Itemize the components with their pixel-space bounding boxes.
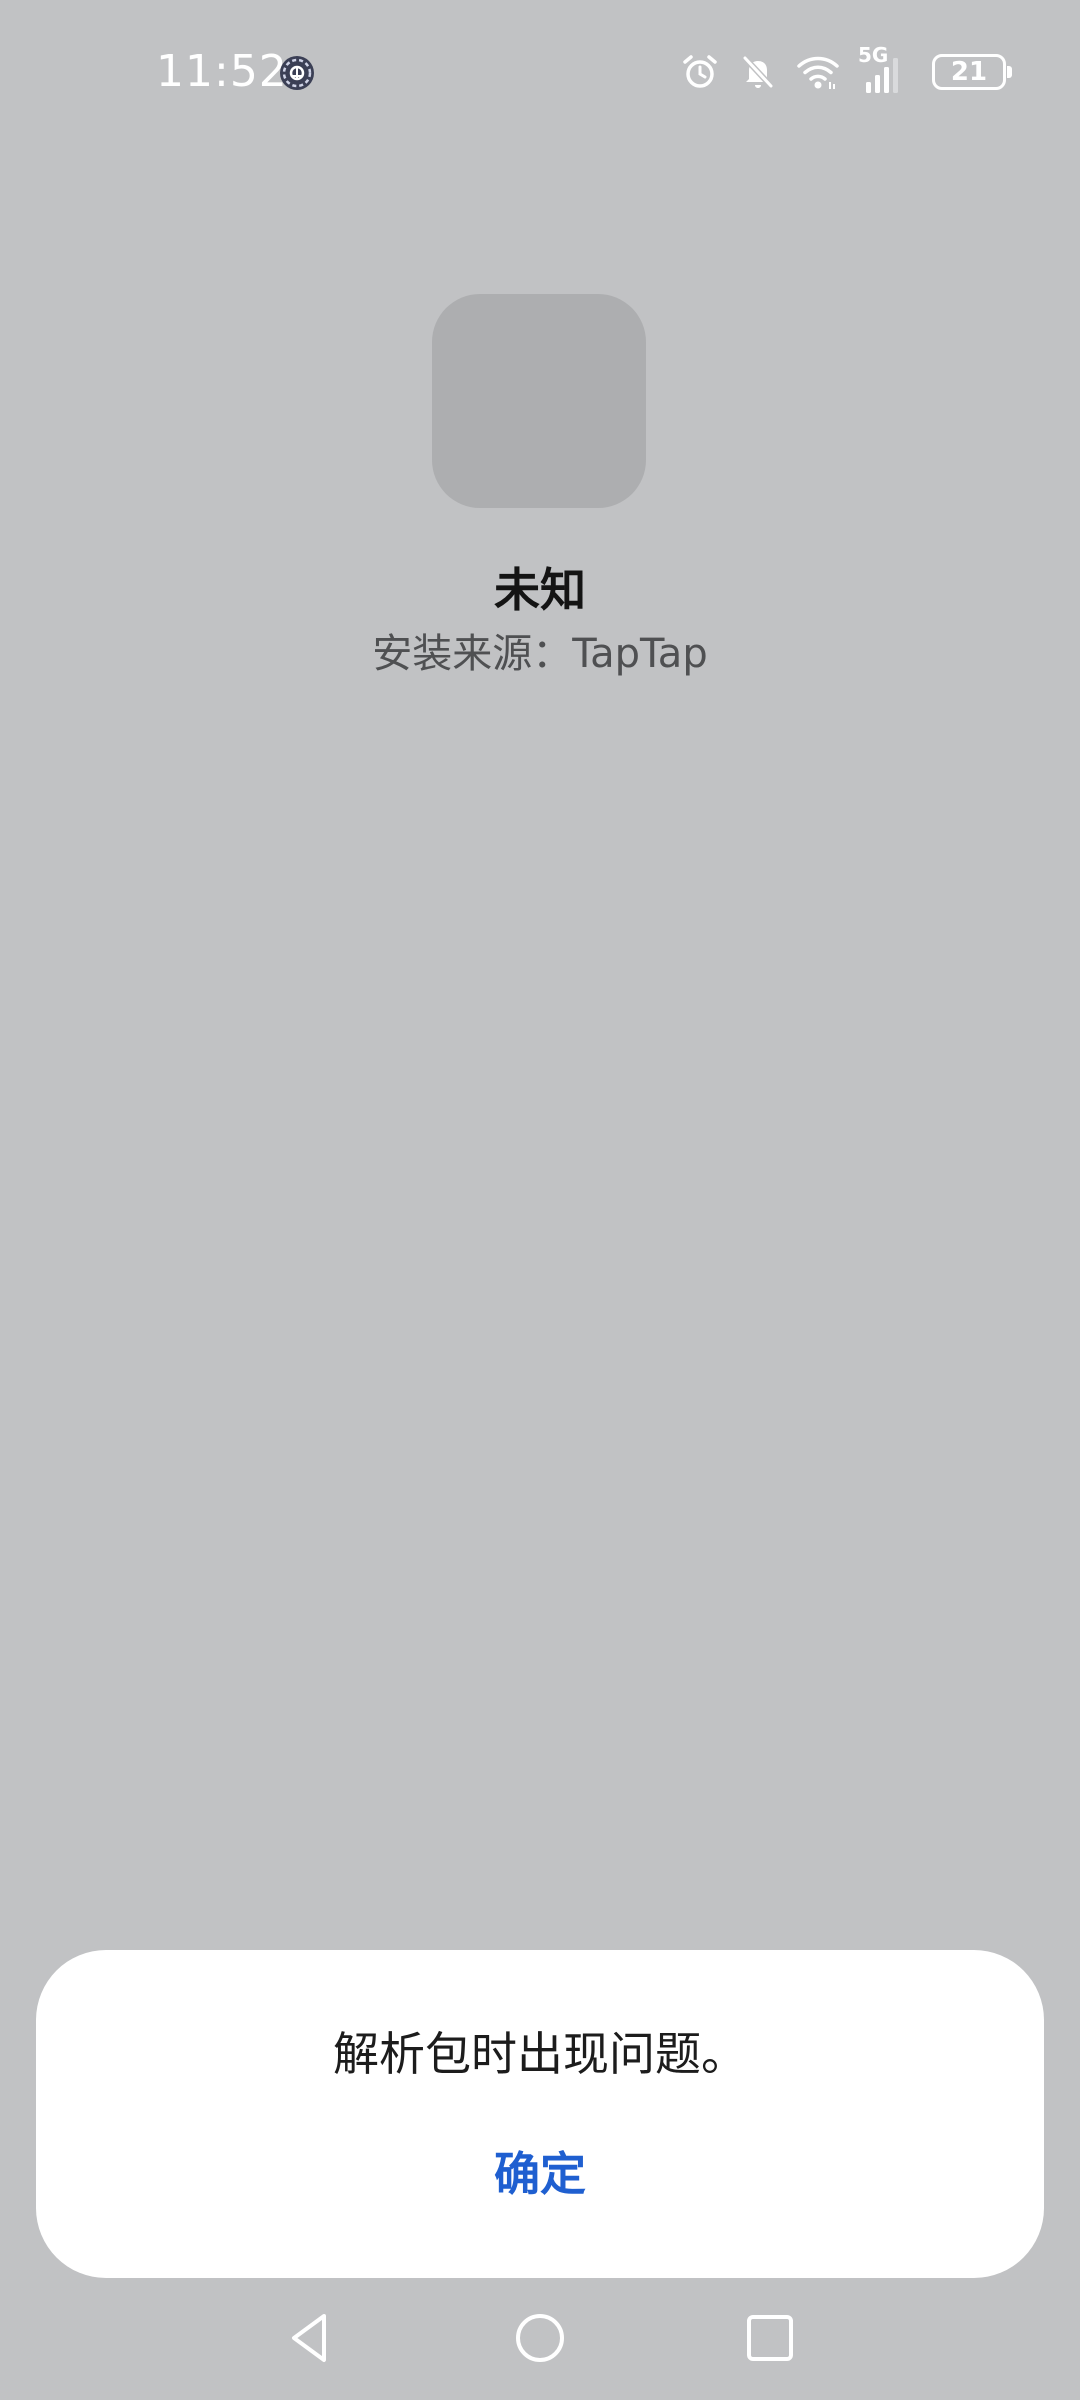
- recent-apps-button[interactable]: [728, 2296, 812, 2380]
- status-bar: 11:52 5G 21: [0, 0, 1080, 144]
- battery-icon: 21: [932, 54, 1012, 90]
- navigation-bar: [0, 2290, 1080, 2400]
- dialog-message: 解析包时出现问题。: [333, 2027, 747, 2081]
- error-dialog: 解析包时出现问题。 确定: [36, 1950, 1044, 2278]
- home-button[interactable]: [498, 2296, 582, 2380]
- bell-muted-icon: [742, 55, 774, 89]
- app-name: 未知: [494, 563, 586, 617]
- status-icons: 5G 21: [680, 44, 1012, 96]
- settings-gear-icon: [280, 56, 314, 90]
- cellular-signal: 5G: [858, 44, 914, 96]
- alarm-icon: [683, 55, 717, 88]
- back-triangle-icon: [292, 2314, 326, 2362]
- install-source: 安装来源：TapTap: [372, 631, 708, 677]
- status-time: 11:52: [156, 46, 288, 97]
- cellular-signal-icon: [866, 58, 898, 93]
- confirm-button[interactable]: 确定: [440, 2134, 640, 2214]
- recent-apps-square-icon: [747, 2315, 793, 2361]
- back-button[interactable]: [268, 2296, 352, 2380]
- wifi-icon: [797, 56, 839, 89]
- battery-level: 21: [950, 57, 988, 87]
- app-icon-placeholder: [432, 294, 646, 508]
- home-circle-icon: [516, 2314, 564, 2362]
